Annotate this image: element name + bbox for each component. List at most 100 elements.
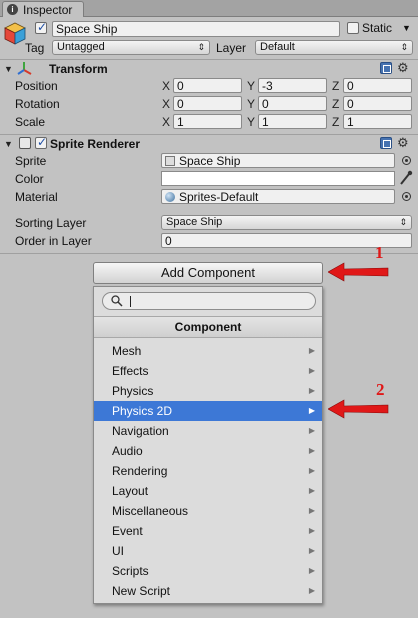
annotation-step-1: 1 (375, 243, 384, 262)
menu-item-label: Audio (112, 444, 143, 458)
help-book-icon[interactable] (380, 137, 392, 149)
submenu-arrow-icon: ▶ (308, 386, 315, 395)
menu-item-label: Miscellaneous (112, 504, 189, 518)
submenu-arrow-icon: ▶ (308, 406, 315, 415)
menu-item-event[interactable]: Event ▶ (94, 521, 322, 541)
menu-item-navigation[interactable]: Navigation ▶ (94, 421, 322, 441)
sorting-layer-value: Space Ship (166, 216, 223, 228)
menu-item-scripts[interactable]: Scripts ▶ (94, 561, 322, 581)
menu-item-label: Mesh (112, 344, 142, 358)
add-component-button[interactable]: Add Component (93, 262, 323, 284)
menu-item-label: New Script (112, 584, 171, 598)
sprite-asset-icon (165, 156, 175, 166)
object-name-field[interactable]: Space Ship (52, 21, 340, 37)
static-label: Static (362, 21, 393, 35)
annotation-arrow-1-icon (328, 262, 389, 282)
scale-y-field[interactable]: 1 (258, 114, 327, 129)
foldout-arrow-icon[interactable]: ▼ (4, 64, 13, 74)
sprite-renderer-icon (19, 137, 31, 149)
submenu-arrow-icon: ▶ (308, 346, 315, 355)
axis-y-label: Y (247, 115, 256, 129)
transform-axes-icon (17, 62, 32, 75)
transform-title: Transform (49, 62, 108, 76)
tag-dropdown[interactable]: Untagged ⇕ (52, 40, 210, 55)
material-value: Sprites-Default (179, 190, 259, 204)
axis-x-label: X (162, 115, 171, 129)
static-dropdown-arrow-icon[interactable]: ▼ (402, 23, 411, 33)
layer-dropdown[interactable]: Default ⇕ (255, 40, 413, 55)
tab-label: Inspector (23, 3, 73, 17)
position-x-field[interactable]: 0 (173, 78, 242, 93)
material-label: Material (15, 190, 58, 204)
axis-x-label: X (162, 97, 171, 111)
scale-x-field[interactable]: 1 (173, 114, 242, 129)
tab-inspector[interactable]: i Inspector (2, 1, 84, 17)
help-book-icon[interactable] (380, 62, 392, 74)
material-sphere-icon (165, 192, 175, 202)
menu-item-audio[interactable]: Audio ▶ (94, 441, 322, 461)
updown-arrow-icon: ⇕ (197, 42, 205, 52)
submenu-arrow-icon: ▶ (308, 446, 315, 455)
menu-item-label: UI (112, 544, 124, 558)
info-icon: i (7, 4, 18, 15)
foldout-arrow-icon[interactable]: ▼ (4, 139, 13, 149)
axis-z-label: Z (332, 79, 340, 93)
menu-item-label: Navigation (112, 424, 169, 438)
rotation-z-field[interactable]: 0 (343, 96, 412, 111)
menu-item-effects[interactable]: Effects ▶ (94, 361, 322, 381)
menu-item-label: Event (112, 524, 143, 538)
position-label: Position (15, 79, 58, 93)
search-icon (111, 295, 123, 307)
layer-label: Layer (216, 41, 247, 55)
menu-item-rendering[interactable]: Rendering ▶ (94, 461, 322, 481)
scale-z-field[interactable]: 1 (343, 114, 412, 129)
rotation-y-field[interactable]: 0 (258, 96, 327, 111)
add-component-popup: Component Mesh ▶ Effects ▶ Physics ▶ Physics 2… (93, 286, 323, 604)
submenu-arrow-icon: ▶ (308, 546, 315, 555)
menu-item-label: Rendering (112, 464, 168, 478)
object-picker-icon[interactable] (402, 156, 411, 165)
rotation-x-field[interactable]: 0 (173, 96, 242, 111)
object-picker-icon[interactable] (402, 192, 411, 201)
axis-x-label: X (162, 79, 171, 93)
axis-z-label: Z (332, 115, 340, 129)
annotation-step-2: 2 (376, 380, 385, 399)
sprite-field[interactable]: Space Ship (161, 153, 395, 168)
color-field[interactable] (161, 171, 395, 186)
menu-item-new-script[interactable]: New Script ▶ (94, 581, 322, 601)
text-caret (130, 296, 131, 307)
menu-item-mesh[interactable]: Mesh ▶ (94, 341, 322, 361)
color-label: Color (15, 172, 44, 186)
menu-item-physics-2d[interactable]: Physics 2D ▶ (94, 401, 322, 421)
eyedropper-icon[interactable] (399, 170, 413, 186)
sprite-renderer-title: Sprite Renderer (50, 137, 141, 151)
axis-y-label: Y (247, 97, 256, 111)
sprite-label: Sprite (15, 154, 47, 168)
menu-item-physics[interactable]: Physics ▶ (94, 381, 322, 401)
rotation-label: Rotation (15, 97, 60, 111)
gear-icon[interactable]: ⚙ (397, 61, 409, 74)
sorting-layer-dropdown[interactable]: Space Ship ⇕ (161, 215, 412, 230)
static-checkbox[interactable] (347, 22, 359, 34)
menu-item-layout[interactable]: Layout ▶ (94, 481, 322, 501)
submenu-arrow-icon: ▶ (308, 466, 315, 475)
component-search-input[interactable] (102, 292, 316, 310)
submenu-arrow-icon: ▶ (308, 526, 315, 535)
position-z-field[interactable]: 0 (343, 78, 412, 93)
submenu-arrow-icon: ▶ (308, 426, 315, 435)
menu-item-label: Effects (112, 364, 149, 378)
component-header: Component (94, 316, 322, 338)
gear-icon[interactable]: ⚙ (397, 136, 409, 149)
menu-item-label: Physics (112, 384, 154, 398)
sprite-renderer-enabled-checkbox[interactable] (35, 135, 47, 149)
material-field[interactable]: Sprites-Default (161, 189, 395, 204)
gameobject-cube-icon (4, 22, 26, 45)
active-checkbox[interactable] (35, 20, 47, 34)
submenu-arrow-icon: ▶ (308, 486, 315, 495)
position-y-field[interactable]: -3 (258, 78, 327, 93)
axis-z-label: Z (332, 97, 340, 111)
menu-item-miscellaneous[interactable]: Miscellaneous ▶ (94, 501, 322, 521)
section-divider (0, 253, 418, 254)
menu-item-ui[interactable]: UI ▶ (94, 541, 322, 561)
menu-item-label: Physics 2D (112, 404, 173, 418)
